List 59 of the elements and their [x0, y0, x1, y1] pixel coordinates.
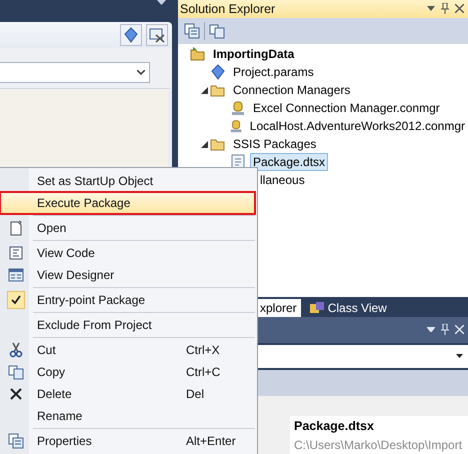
- code-document-icon: [8, 245, 24, 261]
- menu-item[interactable]: Execute Package: [0, 192, 255, 214]
- window-tools-icon: [149, 27, 165, 43]
- properties-icon: [184, 22, 200, 39]
- expanded-triangle-icon[interactable]: [200, 86, 208, 94]
- tree-item[interactable]: SSIS Packages: [230, 135, 320, 154]
- tree-item[interactable]: Connection Managers: [230, 81, 354, 100]
- dropdown-caret-icon: [157, 0, 166, 6]
- pin-icon: [441, 324, 449, 336]
- object-dropdown[interactable]: [258, 344, 468, 368]
- menu-item[interactable]: Exclude From Project: [0, 314, 255, 336]
- menu-item[interactable]: Cut Ctrl+X: [0, 339, 255, 361]
- menu-item[interactable]: Delete Del: [0, 383, 255, 405]
- copy-icon: [209, 22, 225, 39]
- dropdown-caret-icon: [456, 354, 463, 358]
- menu-item[interactable]: View Code: [0, 242, 255, 264]
- toolbox-button[interactable]: [146, 24, 168, 46]
- form-icon: [8, 267, 24, 283]
- menu-item[interactable]: Set as StartUp Object: [0, 170, 255, 192]
- database-icon: [230, 100, 246, 116]
- database-icon: [228, 118, 243, 134]
- diamond-icon: [210, 64, 226, 80]
- show-files-button[interactable]: [209, 22, 225, 39]
- folder-icon: [190, 46, 206, 62]
- menu-item[interactable]: Rename: [0, 405, 255, 427]
- chevron-down-icon: [137, 70, 145, 76]
- menu-item[interactable]: Properties Alt+Enter: [0, 430, 255, 452]
- menu-item[interactable]: View Designer: [0, 264, 255, 286]
- parameters-button[interactable]: [120, 24, 142, 46]
- close-icon: [455, 325, 464, 334]
- scissors-icon: [8, 342, 24, 358]
- menu-item[interactable]: Copy Ctrl+C: [0, 361, 255, 383]
- new-document-icon: [8, 220, 24, 236]
- panel-tab[interactable]: xplorer: [256, 298, 301, 317]
- properties-button[interactable]: [184, 22, 200, 39]
- tree-item[interactable]: Project.params: [230, 63, 317, 82]
- copy-icon: [8, 364, 24, 380]
- panel-tab[interactable]: Class View: [304, 298, 391, 317]
- close-icon: [8, 386, 24, 402]
- tree-item[interactable]: LocalHost.AdventureWorks2012.conmgr: [246, 117, 468, 136]
- tree-item[interactable]: Excel Connection Manager.conmgr: [250, 99, 443, 118]
- dropdown-field[interactable]: [0, 62, 150, 83]
- dropdown-caret-icon: [427, 327, 435, 332]
- file-path: C:\Users\Marko\Desktop\Import: [290, 436, 468, 454]
- expanded-triangle-icon[interactable]: [200, 140, 208, 148]
- class-view-icon: [308, 300, 325, 315]
- checkmark-icon: [10, 295, 20, 305]
- menu-item[interactable]: Entry-point Package: [0, 289, 255, 311]
- properties-header: Package.dtsx: [290, 416, 468, 436]
- pin-icon: [441, 3, 449, 14]
- diamond-icon: [123, 27, 139, 43]
- menu-item[interactable]: Open: [0, 217, 255, 239]
- tree-item[interactable]: ImportingData: [210, 45, 298, 64]
- tree-item[interactable]: llaneous: [257, 171, 308, 190]
- panel-title: Solution Explorer: [180, 2, 276, 16]
- dropdown-caret-icon: [427, 6, 435, 12]
- close-icon: [455, 4, 464, 14]
- properties-icon: [8, 433, 24, 449]
- tree-item[interactable]: Package.dtsx: [250, 153, 328, 172]
